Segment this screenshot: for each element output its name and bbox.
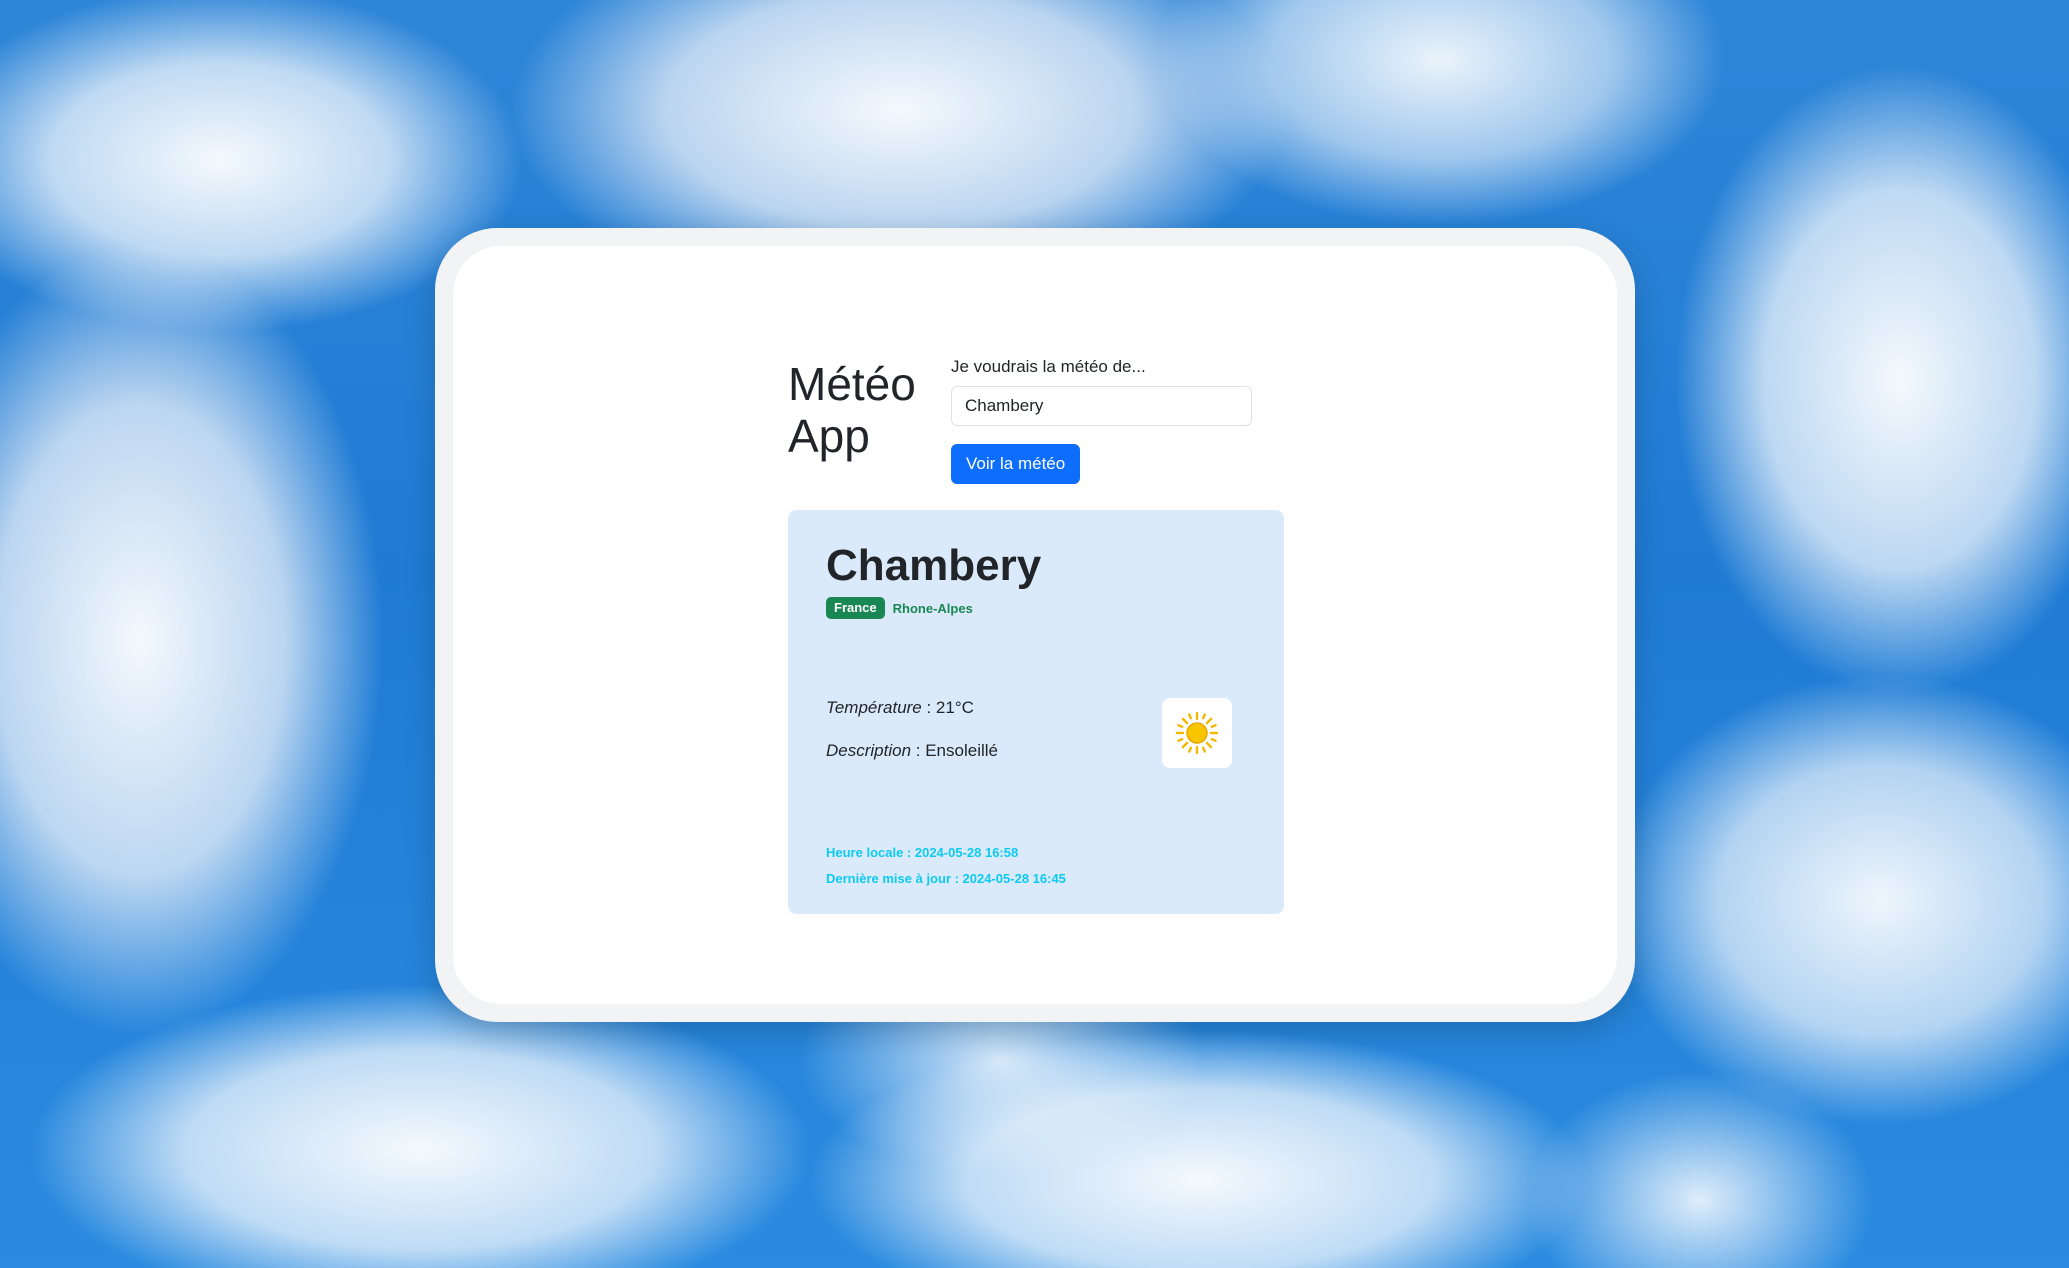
description-label: Description: [826, 741, 912, 760]
local-time: Heure locale : 2024-05-28 16:58: [826, 845, 1019, 860]
temperature-value: : 21°C: [921, 698, 974, 717]
app-title: Météo App: [788, 358, 928, 462]
page-background: { "app": { "title_line1": "Météo", "titl…: [0, 0, 2069, 1268]
show-weather-button[interactable]: Voir la météo: [951, 444, 1081, 484]
country-badge: France: [826, 597, 885, 619]
app-header: Météo App Je voudrais la météo de... Voi…: [788, 356, 1288, 496]
weather-info: Température : 21°C Description : Ensolei…: [826, 697, 998, 783]
tablet-screen: Météo App Je voudrais la météo de... Voi…: [453, 246, 1617, 1004]
weather-icon-box: [1162, 698, 1232, 768]
tablet-frame: Météo App Je voudrais la météo de... Voi…: [435, 228, 1635, 1022]
description-line: Description : Ensoleillé: [826, 740, 998, 762]
search-form: Je voudrais la météo de... Voir la météo: [951, 356, 1271, 484]
city-name: Chambery: [826, 541, 1042, 590]
temperature-line: Température : 21°C: [826, 697, 998, 719]
city-search-input[interactable]: [951, 386, 1252, 426]
sun-icon: [1175, 711, 1219, 755]
last-update-time: Dernière mise à jour : 2024-05-28 16:45: [826, 871, 1066, 886]
description-value: : Ensoleillé: [911, 741, 998, 760]
app-title-line2: App: [788, 410, 870, 462]
temperature-label: Température: [826, 698, 922, 717]
location-badges: France Rhone-Alpes: [826, 596, 1246, 620]
app-title-line1: Météo: [788, 358, 916, 410]
search-label: Je voudrais la météo de...: [951, 357, 1146, 376]
time-info: Heure locale : 2024-05-28 16:58 Dernière…: [826, 840, 1066, 892]
weather-card: Chambery France Rhone-Alpes Température …: [788, 510, 1284, 914]
region-label: Rhone-Alpes: [892, 600, 973, 616]
